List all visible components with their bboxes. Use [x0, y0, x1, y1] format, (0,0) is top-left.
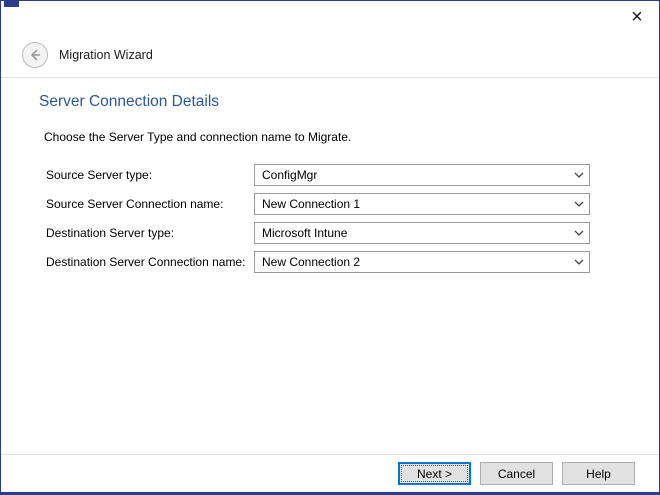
back-icon [27, 47, 43, 63]
chevron-down-icon [570, 253, 588, 271]
source-server-type-combobox[interactable]: ConfigMgr [254, 164, 590, 186]
form-row-destination-server-type: Destination Server type: Microsoft Intun… [46, 222, 635, 244]
destination-connection-name-label: Destination Server Connection name: [46, 255, 254, 269]
source-connection-name-label: Source Server Connection name: [46, 197, 254, 211]
destination-connection-name-value: New Connection 2 [262, 255, 360, 269]
wizard-header: Migration Wizard [1, 33, 659, 78]
titlebar: × [1, 1, 659, 33]
close-icon: × [631, 6, 643, 28]
connection-form: Source Server type: ConfigMgr Source Ser… [46, 164, 635, 273]
form-row-source-connection-name: Source Server Connection name: New Conne… [46, 193, 635, 215]
form-row-destination-connection-name: Destination Server Connection name: New … [46, 251, 635, 273]
next-button[interactable]: Next > [398, 462, 471, 485]
destination-server-type-value: Microsoft Intune [262, 226, 347, 240]
page-title: Server Connection Details [39, 93, 635, 111]
destination-server-type-combobox[interactable]: Microsoft Intune [254, 222, 590, 244]
chevron-down-icon [570, 195, 588, 213]
wizard-footer: Next > Cancel Help [1, 454, 659, 492]
source-connection-name-combobox[interactable]: New Connection 1 [254, 193, 590, 215]
instruction-text: Choose the Server Type and connection na… [44, 130, 635, 144]
back-button[interactable] [22, 42, 48, 68]
wizard-title: Migration Wizard [59, 48, 153, 62]
chevron-down-icon [570, 166, 588, 184]
source-server-type-value: ConfigMgr [262, 168, 317, 182]
migration-wizard-window: × Migration Wizard Server Connection Det… [0, 0, 660, 495]
destination-connection-name-combobox[interactable]: New Connection 2 [254, 251, 590, 273]
chevron-down-icon [570, 224, 588, 242]
page-content: Server Connection Details Choose the Ser… [1, 78, 659, 273]
cancel-button[interactable]: Cancel [480, 462, 553, 485]
help-button[interactable]: Help [562, 462, 635, 485]
destination-server-type-label: Destination Server type: [46, 226, 254, 240]
source-server-type-label: Source Server type: [46, 168, 254, 182]
source-connection-name-value: New Connection 1 [262, 197, 360, 211]
form-row-source-server-type: Source Server type: ConfigMgr [46, 164, 635, 186]
close-button[interactable]: × [621, 4, 653, 30]
